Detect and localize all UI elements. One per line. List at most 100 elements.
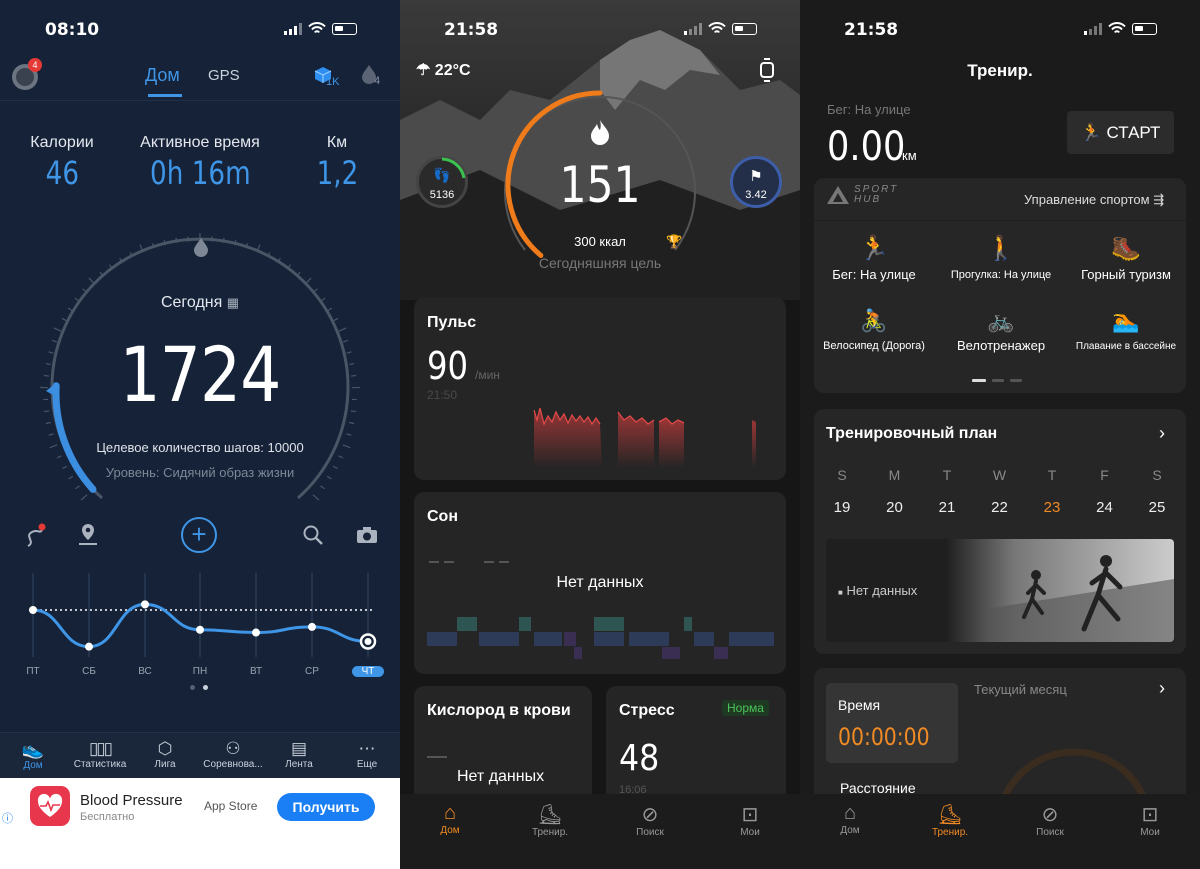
notification-badge: 4 xyxy=(28,58,42,72)
compass-icon: ⊘ xyxy=(641,804,659,826)
bottom-nav: ⌂ Дом ⛸ Тренир. ⊘ Поиск ⊡ Мои xyxy=(800,794,1200,869)
cube-counter[interactable]: 1K xyxy=(314,66,339,89)
nav-more[interactable]: ⋯ Еще xyxy=(342,739,392,770)
right-phone-screen: 21:58 Тренир. Бег: На улице 0.00 км 🏃 СТ… xyxy=(800,0,1200,869)
plan-banner[interactable]: ■ Нет данных xyxy=(826,539,1174,642)
date[interactable]: 21 xyxy=(932,499,962,516)
nav-feed[interactable]: ▤ Лента xyxy=(274,739,324,770)
day-label[interactable]: ЧТ xyxy=(352,666,384,677)
search-icon[interactable] xyxy=(302,524,324,546)
day-label[interactable]: ПН xyxy=(184,666,216,677)
sliders-icon: ⇶ xyxy=(1153,192,1165,207)
gauge-tick xyxy=(61,317,67,322)
steps-circle[interactable]: 👣 5136 xyxy=(416,156,468,208)
nav-search[interactable]: ⊘ Поиск xyxy=(1030,802,1070,838)
tab-gps[interactable]: GPS xyxy=(208,67,240,84)
distance-circle[interactable]: ⚑ 3.42 xyxy=(730,156,782,208)
date[interactable]: 24 xyxy=(1090,499,1120,516)
watch-icon[interactable] xyxy=(758,58,776,82)
date[interactable]: 20 xyxy=(880,499,910,516)
sport-outdoor-walk[interactable]: 🚶 Прогулка: На улице xyxy=(942,234,1060,281)
sleep-card[interactable]: Сон Нет данных xyxy=(414,492,786,674)
today-label: Сегодня ▦ xyxy=(160,294,240,311)
sleep-nodata: Нет данных xyxy=(556,574,644,591)
middle-phone-screen: 21:58 ☂ 22°C 151 300 ккал 🏆 Сегодняшняя … xyxy=(400,0,800,869)
goal-label: Сегодняшняя цель xyxy=(538,255,662,271)
gauge-tick xyxy=(56,455,62,459)
day-label[interactable]: СР xyxy=(296,666,328,677)
day-point xyxy=(308,622,316,631)
ad-info-icon[interactable]: ⓘ xyxy=(2,810,13,826)
add-button[interactable]: + xyxy=(181,517,217,553)
ad-banner[interactable]: Blood Pressure Бесплатно App Store Получ… xyxy=(0,778,400,838)
bullet: ■ xyxy=(838,588,843,597)
pulse-card[interactable]: Пульс 90 /мин 21:50 xyxy=(414,298,786,480)
sport-pool-swim[interactable]: 🏊 Плавание в бассейне xyxy=(1066,308,1186,352)
nav-league[interactable]: ⬡ Лига xyxy=(140,739,190,770)
nav-training[interactable]: ⛸ Тренир. xyxy=(925,802,975,838)
sports-panel: SPORT HUB Управление спортом ⇶ 🏃 Бег: На у… xyxy=(814,178,1186,393)
location-pin-icon[interactable] xyxy=(77,522,99,548)
flag-icon: ⚑ xyxy=(749,168,763,185)
plan-title[interactable]: Тренировочный план xyxy=(826,425,997,443)
stress-card[interactable]: Стресс Норма 48 16:06 xyxy=(606,686,786,806)
nav-training[interactable]: ⛸ Тренир. xyxy=(525,802,575,838)
start-button[interactable]: 🏃 СТАРТ xyxy=(1067,111,1174,154)
feed-icon: ▤ xyxy=(290,739,308,758)
nav-home[interactable]: ⌂ Дом xyxy=(430,802,470,836)
day-point xyxy=(141,600,149,609)
signal-icon xyxy=(1084,22,1102,35)
gauge-tick xyxy=(333,317,339,322)
profile-button[interactable]: 4 xyxy=(10,58,42,92)
day-point-center xyxy=(364,637,372,645)
nav-stats[interactable]: ▯▯▯ Статистика xyxy=(70,739,130,770)
chevron-right-icon[interactable]: › xyxy=(1159,423,1165,444)
day-label[interactable]: СБ xyxy=(73,666,105,677)
day-label[interactable]: ВТ xyxy=(240,666,272,677)
flame-icon xyxy=(194,238,208,257)
page-dot-active xyxy=(203,685,208,690)
sport-management-link[interactable]: Управление спортом ⇶ xyxy=(1024,192,1164,208)
date-today[interactable]: 23 xyxy=(1037,499,1067,516)
sport-hiking[interactable]: 🥾 Горный туризм xyxy=(1070,234,1182,282)
calendar-icon[interactable]: ▦ xyxy=(227,295,239,310)
day-label[interactable]: ВС xyxy=(129,666,161,677)
sport-road-cycling[interactable]: 🚴 Велосипед (Дорога) xyxy=(814,308,934,352)
rain-cloud-icon: ☂ xyxy=(416,62,431,79)
nav-home[interactable]: ⌂ Дом xyxy=(830,802,870,836)
tab-home[interactable]: Дом xyxy=(145,65,180,86)
date[interactable]: 25 xyxy=(1142,499,1172,516)
sport-outdoor-run[interactable]: 🏃 Бег: На улице xyxy=(818,234,930,282)
nav-search[interactable]: ⊘ Поиск xyxy=(630,802,670,838)
step-count: 1724 xyxy=(119,330,281,419)
shoe-icon: ⛸ xyxy=(537,804,563,826)
stat-calories: Калории 46 xyxy=(30,134,94,192)
distance-unit: км xyxy=(902,148,917,163)
ad-title: Blood Pressure xyxy=(80,792,183,809)
nav-mine[interactable]: ⊡ Мои xyxy=(1130,802,1170,838)
weekday-label: S xyxy=(1152,467,1162,483)
blood-oxygen-card[interactable]: Кислород в крови Нет данных xyxy=(414,686,592,806)
nav-mine[interactable]: ⊡ Мои xyxy=(730,802,770,838)
day-label[interactable]: ПТ xyxy=(17,666,49,677)
gauge-tick xyxy=(338,455,344,459)
nav-home[interactable]: 👟 Дом xyxy=(8,739,58,771)
get-button[interactable]: Получить xyxy=(277,793,375,821)
signal-icon xyxy=(284,22,302,35)
camera-icon[interactable] xyxy=(356,525,378,545)
chevron-right-icon[interactable]: › xyxy=(1159,678,1165,699)
sport-exercise-bike[interactable]: 🚲 Велотренажер xyxy=(942,308,1060,353)
pulse-time: 21:50 xyxy=(427,388,458,402)
activity-label[interactable]: Бег: На улице xyxy=(827,102,911,117)
gauge-tick xyxy=(48,351,54,354)
calories-value: 151 xyxy=(559,156,641,214)
date[interactable]: 19 xyxy=(827,499,857,516)
route-icon[interactable] xyxy=(22,522,46,550)
drop-counter[interactable]: 4 xyxy=(360,64,380,89)
nav-competitions[interactable]: ⚇ Соревнова... xyxy=(198,739,268,770)
gauge-tick xyxy=(43,374,50,377)
gauge-tick xyxy=(53,327,62,332)
stress-badge: Норма xyxy=(722,700,769,716)
date[interactable]: 22 xyxy=(985,499,1015,516)
month-label: Текущий месяц xyxy=(974,682,1067,697)
